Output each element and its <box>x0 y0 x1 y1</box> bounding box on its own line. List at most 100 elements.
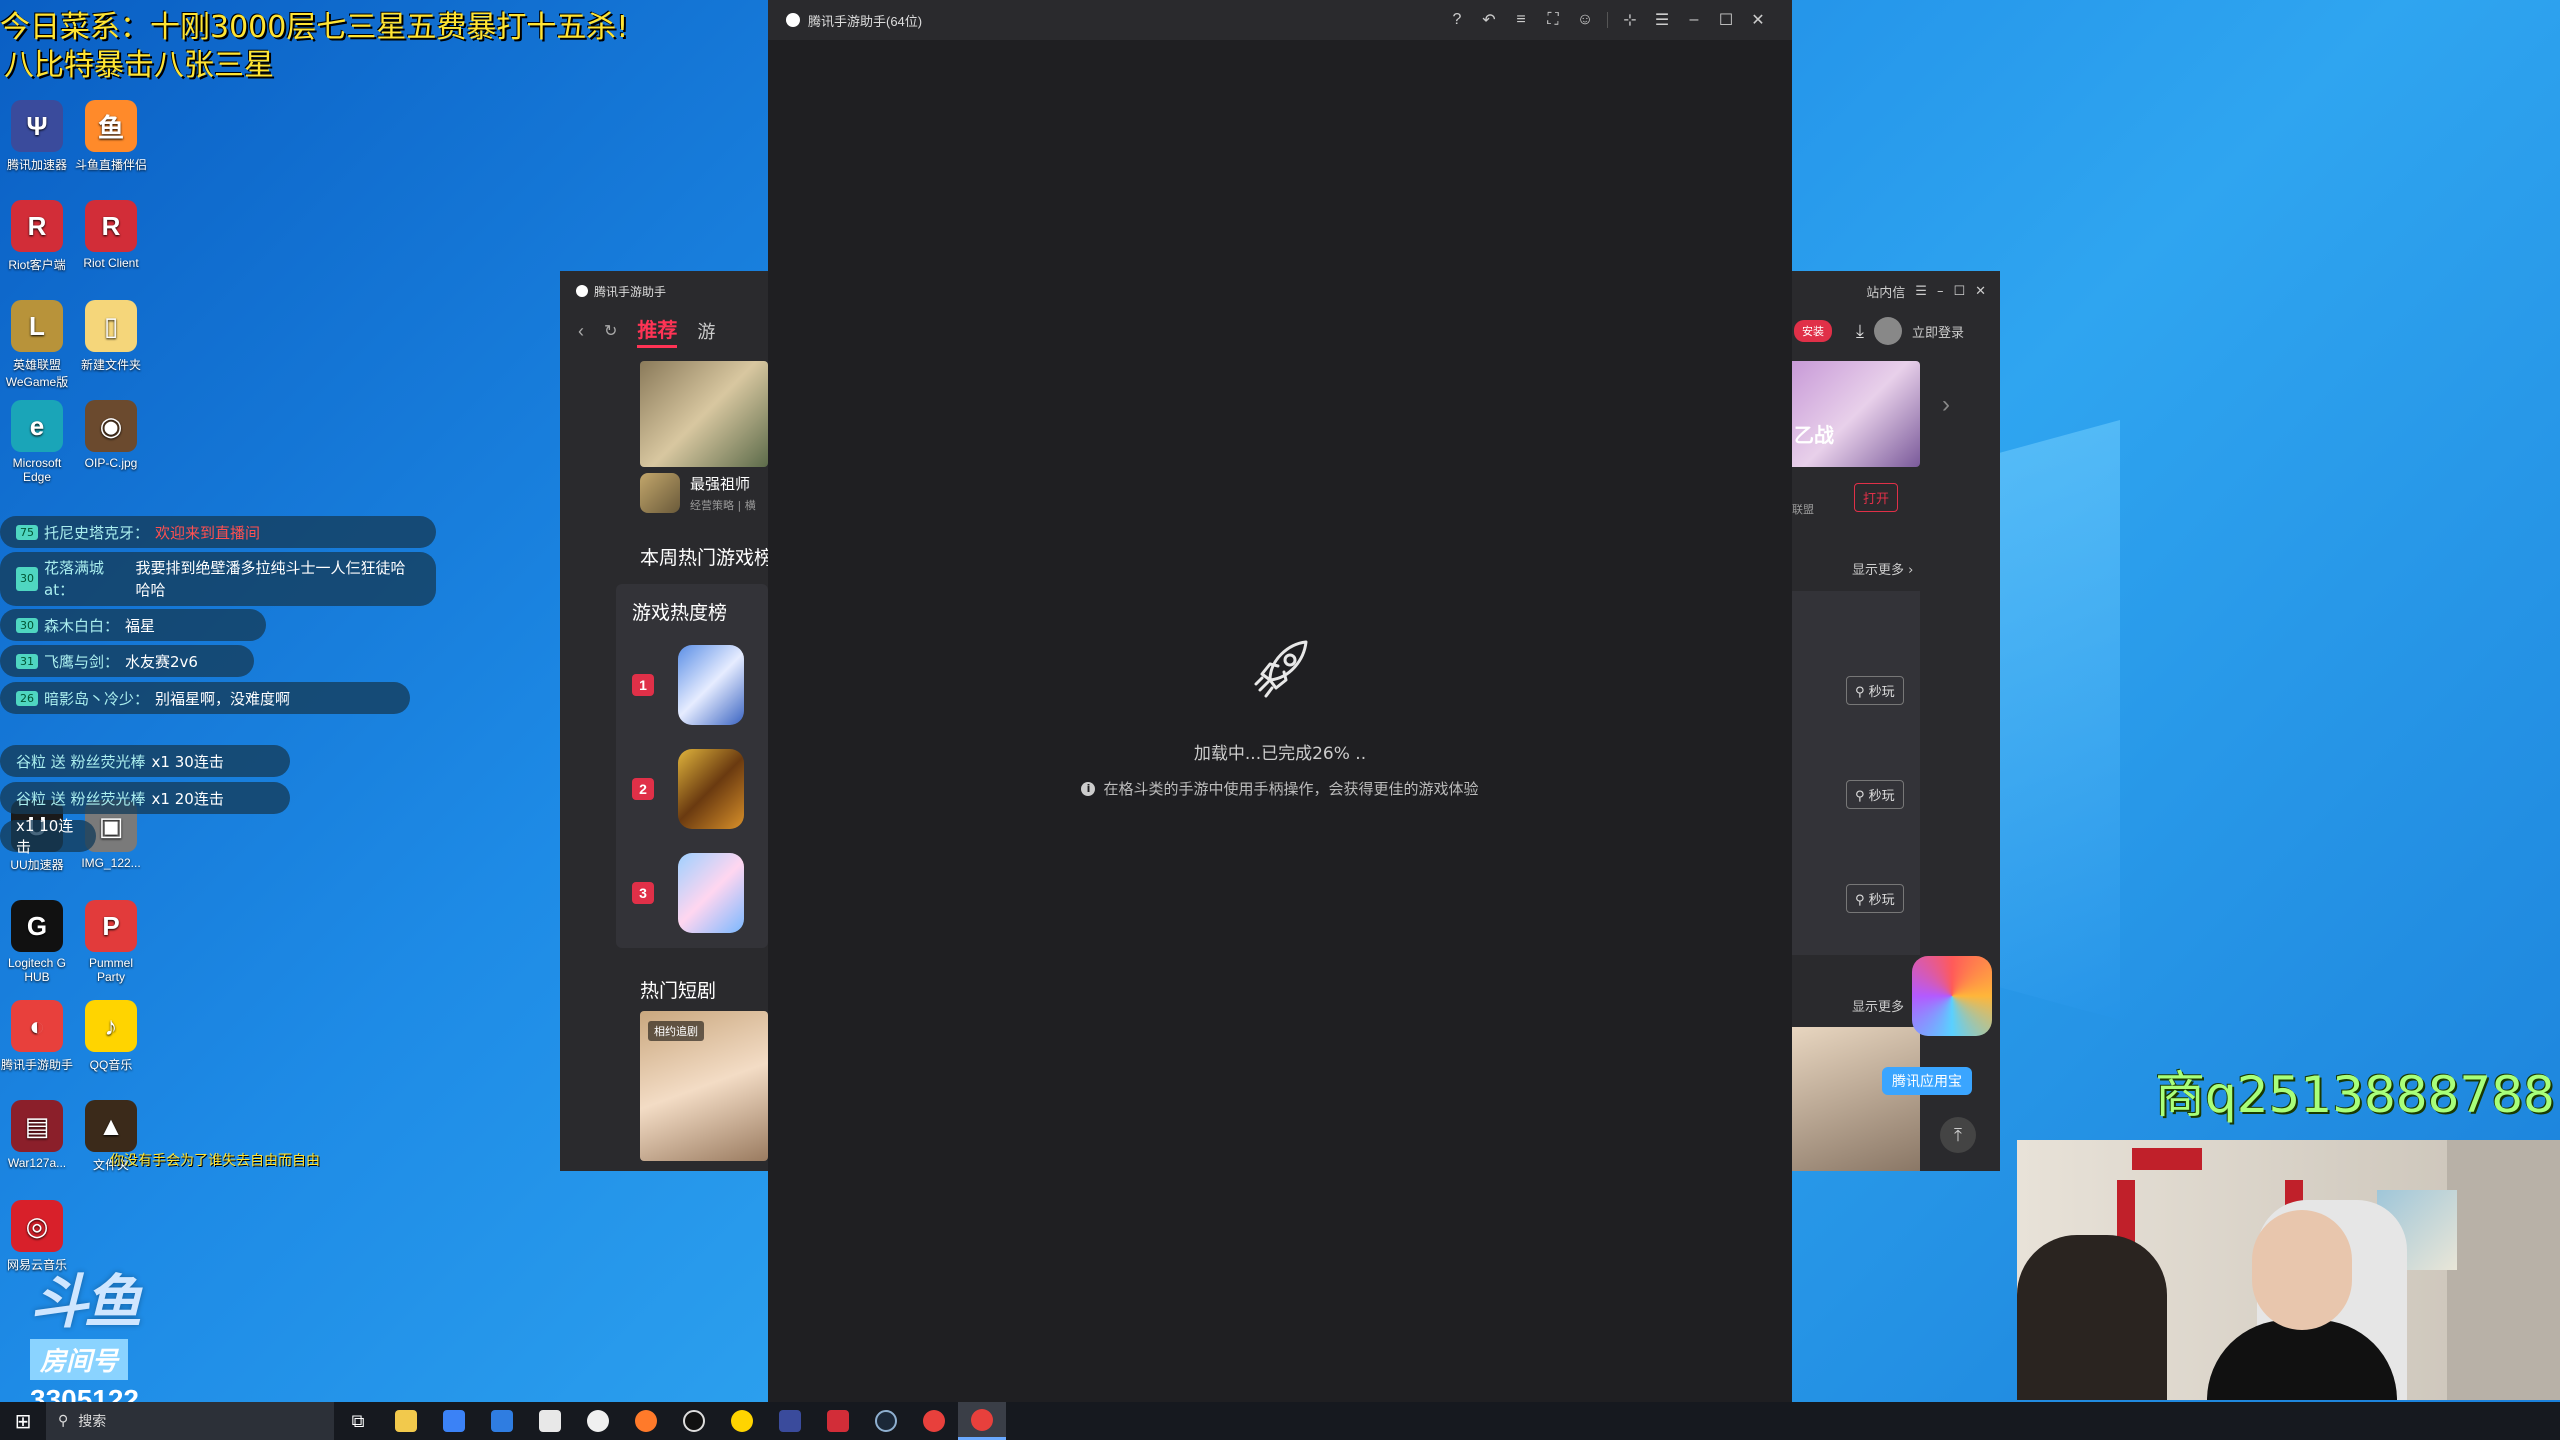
rank-row[interactable]: 3 <box>632 853 768 933</box>
danmaku-message: 26 暗影岛丶冷少： 别福星啊，没难度啊 <box>0 682 410 714</box>
riot-client-icon[interactable] <box>814 1402 862 1440</box>
install-tag[interactable]: 安装 <box>1794 320 1832 342</box>
desktop-icon[interactable]: R Riot客户端 <box>0 200 74 273</box>
app-icon: R <box>85 200 137 252</box>
play-button[interactable]: ⚲ 秒玩 <box>1846 676 1904 705</box>
pin-icon[interactable]: ⊹ <box>1614 4 1646 36</box>
desktop-icon-label: 新建文件夹 <box>80 358 141 372</box>
app-icon: ▯ <box>85 300 137 352</box>
stream-title-line2: 八比特暴击八张三星 <box>4 48 274 83</box>
desktop-icon-label: UU加速器 <box>10 858 64 872</box>
accelerator-icon[interactable] <box>766 1402 814 1440</box>
danmaku-message: x1 10连击 <box>0 817 96 856</box>
desktop-icon[interactable]: L 英雄联盟WeGame版 <box>0 300 74 390</box>
undo-icon[interactable]: ↶ <box>1473 4 1505 36</box>
danmaku-message: 谷粒 送 粉丝荧光棒 x1 30连击 <box>0 745 290 777</box>
download-icon[interactable]: ⤓ <box>1856 321 1864 342</box>
back-to-top-icon[interactable]: ⤒ <box>1940 1117 1976 1153</box>
help-icon[interactable]: ? <box>1441 4 1473 36</box>
game-assistant-active-icon[interactable] <box>958 1402 1006 1440</box>
danmaku-message: 75 托尼史塔克牙： 欢迎来到直播间 <box>0 516 436 548</box>
app-store-badge[interactable]: 腾讯应用宝 <box>1882 1067 1972 1095</box>
right-drama-thumbnail[interactable] <box>1792 1027 1920 1171</box>
desktop-icon[interactable]: ▯ 新建文件夹 <box>74 300 148 373</box>
danmaku-username: 飞鹰与剑： <box>44 652 120 671</box>
game-icon <box>678 645 744 725</box>
chevron-right-icon[interactable]: › <box>1942 391 1950 419</box>
drama-thumbnail[interactable]: 相约追剧 <box>640 1011 768 1161</box>
login-link[interactable]: 立即登录 <box>1912 322 1964 341</box>
desktop-icon[interactable]: ♪ QQ音乐 <box>74 1000 148 1073</box>
rocket-icon <box>1254 640 1308 698</box>
fan-badge: 75 <box>16 524 38 540</box>
minimize-icon[interactable]: – <box>1678 4 1710 36</box>
play-button[interactable]: ⚲ 秒玩 <box>1846 884 1904 913</box>
rank-row[interactable]: 1 <box>632 645 768 725</box>
game-assistant-icon[interactable] <box>910 1402 958 1440</box>
obs-icon[interactable] <box>670 1402 718 1440</box>
right-banner-thumbnail[interactable]: 乙战 <box>1792 361 1920 467</box>
avatar[interactable] <box>1873 317 1902 345</box>
desktop-icon-label: Pummel Party <box>88 956 133 984</box>
maximize-icon[interactable]: ☐ <box>1953 284 1965 299</box>
minimize-icon[interactable]: – <box>1937 284 1944 299</box>
account-icon[interactable]: ☺ <box>1569 4 1601 36</box>
store-icon[interactable] <box>430 1402 478 1440</box>
section-hot-games: 本周热门游戏榜 <box>640 547 768 569</box>
refresh-icon[interactable]: ↻ <box>604 321 617 341</box>
show-more-link[interactable]: 显示更多 › <box>1852 559 1913 578</box>
play-button[interactable]: ⚲ 秒玩 <box>1846 780 1904 809</box>
windows-start-icon[interactable]: ⊞ <box>0 1402 46 1440</box>
danmaku-username: 托尼史塔克牙： <box>44 523 150 542</box>
desktop-icon[interactable]: ◉ OIP-C.jpg <box>74 400 148 470</box>
bg-app-right-panel: 站内信 ☰ – ☐ ✕ 安装 ⤓ 立即登录 乙战 › 联盟 打开 显示更多 › … <box>1792 271 2000 1171</box>
desktop-icon-label: War127a... <box>7 1156 67 1170</box>
game-icon <box>678 749 744 829</box>
open-button[interactable]: 打开 <box>1854 483 1899 512</box>
desktop-icon[interactable]: Ψ 腾讯加速器 <box>0 100 74 173</box>
banner-thumbnail[interactable] <box>640 361 768 467</box>
list-icon[interactable]: ≡ <box>1505 4 1537 36</box>
steam-icon[interactable] <box>862 1402 910 1440</box>
desktop-icon[interactable]: P Pummel Party <box>74 900 148 984</box>
desktop-icon-label: Riot客户端 <box>8 258 66 272</box>
loading-tip: i 在格斗类的手游中使用手柄操作，会获得更佳的游戏体验 <box>768 778 1792 799</box>
game-title: 最强祖师 <box>690 475 751 493</box>
desktop-icon[interactable]: ◐ 腾讯手游助手 <box>0 1000 74 1073</box>
douyu-icon[interactable] <box>622 1402 670 1440</box>
back-icon[interactable]: ‹ <box>578 321 584 342</box>
close-icon[interactable]: ✕ <box>1975 284 1986 299</box>
desktop-icon[interactable]: R Riot Client <box>74 200 148 270</box>
desktop-icon[interactable]: e Microsoft Edge <box>0 400 74 484</box>
tab-games[interactable]: 游 <box>697 318 715 344</box>
file-explorer-icon[interactable] <box>382 1402 430 1440</box>
fullscreen-icon[interactable]: ⛶ <box>1537 4 1569 36</box>
desktop-icon[interactable]: ▤ War127a... <box>0 1100 74 1170</box>
task-view-icon[interactable]: ⧉ <box>334 1402 382 1440</box>
window-title: 腾讯手游助手(64位) <box>808 13 923 29</box>
desktop-icon[interactable]: G Logitech G HUB <box>0 900 74 984</box>
show-more-link[interactable]: 显示更多 <box>1852 996 1904 1015</box>
tab-recommend[interactable]: 推荐 <box>637 314 678 348</box>
desktop-icon[interactable]: 鱼斗鱼直播伴侣 <box>74 100 148 173</box>
desktop-icon-label: 腾讯手游助手 <box>0 1058 73 1072</box>
maximize-icon[interactable]: ☐ <box>1710 4 1742 36</box>
loading-tip-text: 在格斗类的手游中使用手柄操作，会获得更佳的游戏体验 <box>1103 780 1479 798</box>
notepad-icon[interactable] <box>526 1402 574 1440</box>
danmaku-text: 欢迎来到直播间 <box>155 523 261 542</box>
app-icon: ◎ <box>11 1200 63 1252</box>
menu-icon[interactable]: ☰ <box>1915 284 1927 299</box>
danmaku-username: 谷粒 送 粉丝荧光棒 <box>16 789 146 808</box>
mail-icon[interactable] <box>478 1402 526 1440</box>
qq-music-icon[interactable] <box>718 1402 766 1440</box>
app-icon: G <box>11 900 63 952</box>
featured-game-row[interactable]: 最强祖师 经营策略 | 横 <box>640 473 768 513</box>
taskbar-search[interactable]: ⚲ 搜索 <box>46 1402 334 1440</box>
close-icon[interactable]: ✕ <box>1742 4 1774 36</box>
menu-icon[interactable]: ☰ <box>1646 4 1678 36</box>
rank-row[interactable]: 2 <box>632 749 768 829</box>
inbox-link[interactable]: 站内信 <box>1866 282 1905 301</box>
app-store-float-icon[interactable] <box>1912 956 1992 1036</box>
bg-app-brand-label: 腾讯手游助手 <box>594 284 667 299</box>
streaming-app-icon[interactable] <box>574 1402 622 1440</box>
